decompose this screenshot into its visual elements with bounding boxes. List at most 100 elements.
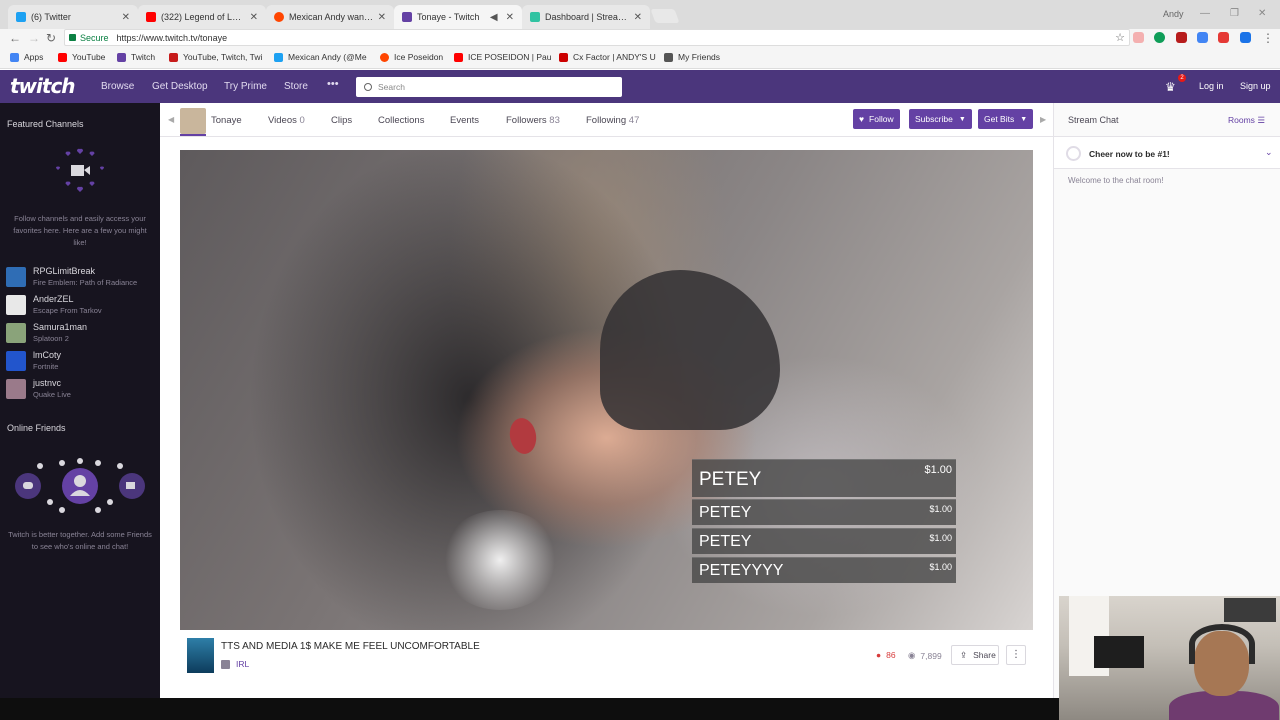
bookmark-twitch[interactable]: Twitch [117, 52, 155, 62]
extension-icon[interactable] [1154, 32, 1165, 43]
maximize-icon[interactable]: ❐ [1230, 8, 1239, 19]
signup-button[interactable]: Sign up [1240, 81, 1271, 91]
scroll-left-icon[interactable]: ◀ [168, 115, 174, 124]
browser-tab[interactable]: Mexican Andy wants his ✕ [266, 5, 394, 29]
featured-channel-item[interactable]: lmCoty Fortnite [6, 349, 156, 375]
friends-info-text: Twitch is better together. Add some Frie… [8, 530, 152, 551]
twitch-logo[interactable]: twitch [10, 74, 76, 98]
profile-name[interactable]: Andy [1163, 9, 1184, 19]
close-icon[interactable]: ✕ [506, 12, 514, 23]
channel-name-tab[interactable]: Tonaye [211, 115, 242, 126]
follow-label: Follow [869, 114, 894, 124]
donation-amount: $1.00 [929, 562, 952, 572]
back-icon[interactable]: ← [9, 31, 21, 45]
chat-welcome-message: Welcome to the chat room! [1068, 176, 1164, 185]
bookmark-label: Ice Poseidon [394, 52, 444, 62]
featured-channel-item[interactable]: justnvc Quake Live [6, 377, 156, 403]
avatar [6, 295, 26, 315]
browser-tab-active[interactable]: Tonaye - Twitch ◀ ✕ [394, 5, 522, 29]
new-tab-button[interactable] [650, 9, 680, 23]
donor-name: PETEY [699, 533, 752, 550]
channel-avatar[interactable] [180, 108, 206, 134]
donation-item: PETEY $1.00 [692, 499, 956, 525]
scroll-right-icon[interactable]: ▶ [1040, 115, 1046, 124]
forward-icon[interactable]: → [28, 31, 40, 45]
close-icon[interactable]: ✕ [634, 12, 642, 23]
hearts-camera-icon [55, 148, 105, 192]
bookmark-reddit[interactable]: Ice Poseidon [380, 52, 443, 62]
extension-icon[interactable] [1197, 32, 1208, 43]
featured-channel-item[interactable]: AnderZEL Escape From Tarkov [6, 293, 156, 319]
tab-following[interactable]: Following 47 [586, 115, 639, 126]
channel-game: Escape From Tarkov [33, 306, 102, 315]
get-bits-button[interactable]: Get Bits ▼ [978, 109, 1034, 129]
more-options-button[interactable]: ⋮ [1006, 645, 1026, 665]
nav-store[interactable]: Store [284, 81, 308, 92]
extension-icon[interactable] [1176, 32, 1187, 43]
crown-icon[interactable]: ♛ [1165, 80, 1176, 94]
youtube-icon [58, 52, 67, 62]
bookmark-youtube[interactable]: ICE POSEIDON | Pau [454, 52, 551, 62]
extension-icon[interactable] [1133, 32, 1144, 43]
tab-label: Followers [506, 115, 547, 126]
twitter-icon [16, 12, 26, 22]
youtube-icon [559, 52, 568, 62]
share-button[interactable]: ⇪ Share [951, 645, 999, 665]
extension-icon[interactable] [1240, 32, 1251, 43]
video-frame-detail [600, 270, 780, 430]
nav-get-desktop[interactable]: Get Desktop [152, 81, 208, 92]
browser-tab[interactable]: (6) Twitter ✕ [8, 5, 138, 29]
bookmark-twitter[interactable]: Mexican Andy (@Me [274, 52, 367, 62]
close-icon[interactable]: ✕ [250, 12, 258, 23]
minimize-icon[interactable]: — [1200, 8, 1210, 19]
game-link[interactable]: IRL [221, 659, 249, 669]
url-field[interactable]: Secure https://www.twitch.tv/tonaye ☆ [64, 29, 1130, 46]
nav-browse[interactable]: Browse [101, 81, 134, 92]
browser-tab[interactable]: (322) Legend of Legaia C ✕ [138, 5, 266, 29]
chevron-down-icon[interactable]: ⌄ [1265, 147, 1273, 158]
tab-label: Videos [268, 115, 297, 126]
tab-followers[interactable]: Followers 83 [506, 115, 560, 126]
search-input[interactable]: Search [356, 77, 622, 97]
donation-item: PETEY $1.00 [692, 528, 956, 554]
twitch-icon [402, 12, 412, 22]
tab-videos[interactable]: Videos 0 [268, 115, 305, 126]
donation-item: PETEYYYY $1.00 [692, 557, 956, 583]
featured-channel-item[interactable]: Samura1man Splatoon 2 [6, 321, 156, 347]
extension-icon[interactable] [1218, 32, 1229, 43]
eye-icon: ◉ [908, 650, 916, 660]
rooms-label: Rooms [1228, 115, 1255, 125]
close-window-icon[interactable]: ✕ [1258, 8, 1266, 19]
bookmark-star-icon[interactable]: ☆ [1115, 31, 1125, 44]
search-placeholder: Search [378, 82, 405, 92]
subscribe-button[interactable]: Subscribe ▼ [909, 109, 972, 129]
bookmark-youtube[interactable]: YouTube [58, 52, 105, 62]
game-box-art[interactable] [187, 638, 214, 673]
close-icon[interactable]: ✕ [378, 12, 386, 23]
featured-channel-item[interactable]: RPGLimitBreak Fire Emblem: Path of Radia… [6, 265, 156, 291]
nav-try-prime[interactable]: Try Prime [224, 81, 267, 92]
bookmark-label: Twitch [131, 52, 156, 62]
tab-count: 83 [549, 115, 560, 126]
video-player[interactable]: PETEY $1.00 PETEY $1.00 PETEY $1.00 PETE… [180, 150, 1033, 630]
reload-icon[interactable]: ↻ [46, 31, 56, 45]
tab-clips[interactable]: Clips [331, 115, 352, 126]
browser-tab[interactable]: Dashboard | Streamlabs ✕ [522, 5, 650, 29]
bookmark-friends[interactable]: My Friends [664, 52, 720, 62]
bookmark-folder[interactable]: YouTube, Twitch, Twi [169, 52, 262, 62]
bookmark-youtube[interactable]: Cx Factor | ANDY'S U [559, 52, 656, 62]
rooms-button[interactable]: Rooms ☰ [1228, 115, 1265, 126]
login-button[interactable]: Log in [1199, 81, 1224, 91]
cheer-banner[interactable]: Cheer now to be #1! ⌄ [1054, 137, 1280, 169]
bookmark-apps[interactable]: Apps [10, 52, 43, 62]
channel-game: Fire Emblem: Path of Radiance [33, 278, 138, 287]
tab-events[interactable]: Events [450, 115, 479, 126]
audio-icon[interactable]: ◀ [490, 12, 498, 23]
donation-amount: $1.00 [929, 533, 952, 543]
close-icon[interactable]: ✕ [122, 12, 130, 23]
donation-amount: $1.00 [929, 504, 952, 514]
follow-button[interactable]: ♥ Follow [853, 109, 900, 129]
menu-icon[interactable]: ⋮ [1262, 31, 1274, 45]
tab-collections[interactable]: Collections [378, 115, 424, 126]
more-icon[interactable]: ••• [327, 78, 339, 90]
